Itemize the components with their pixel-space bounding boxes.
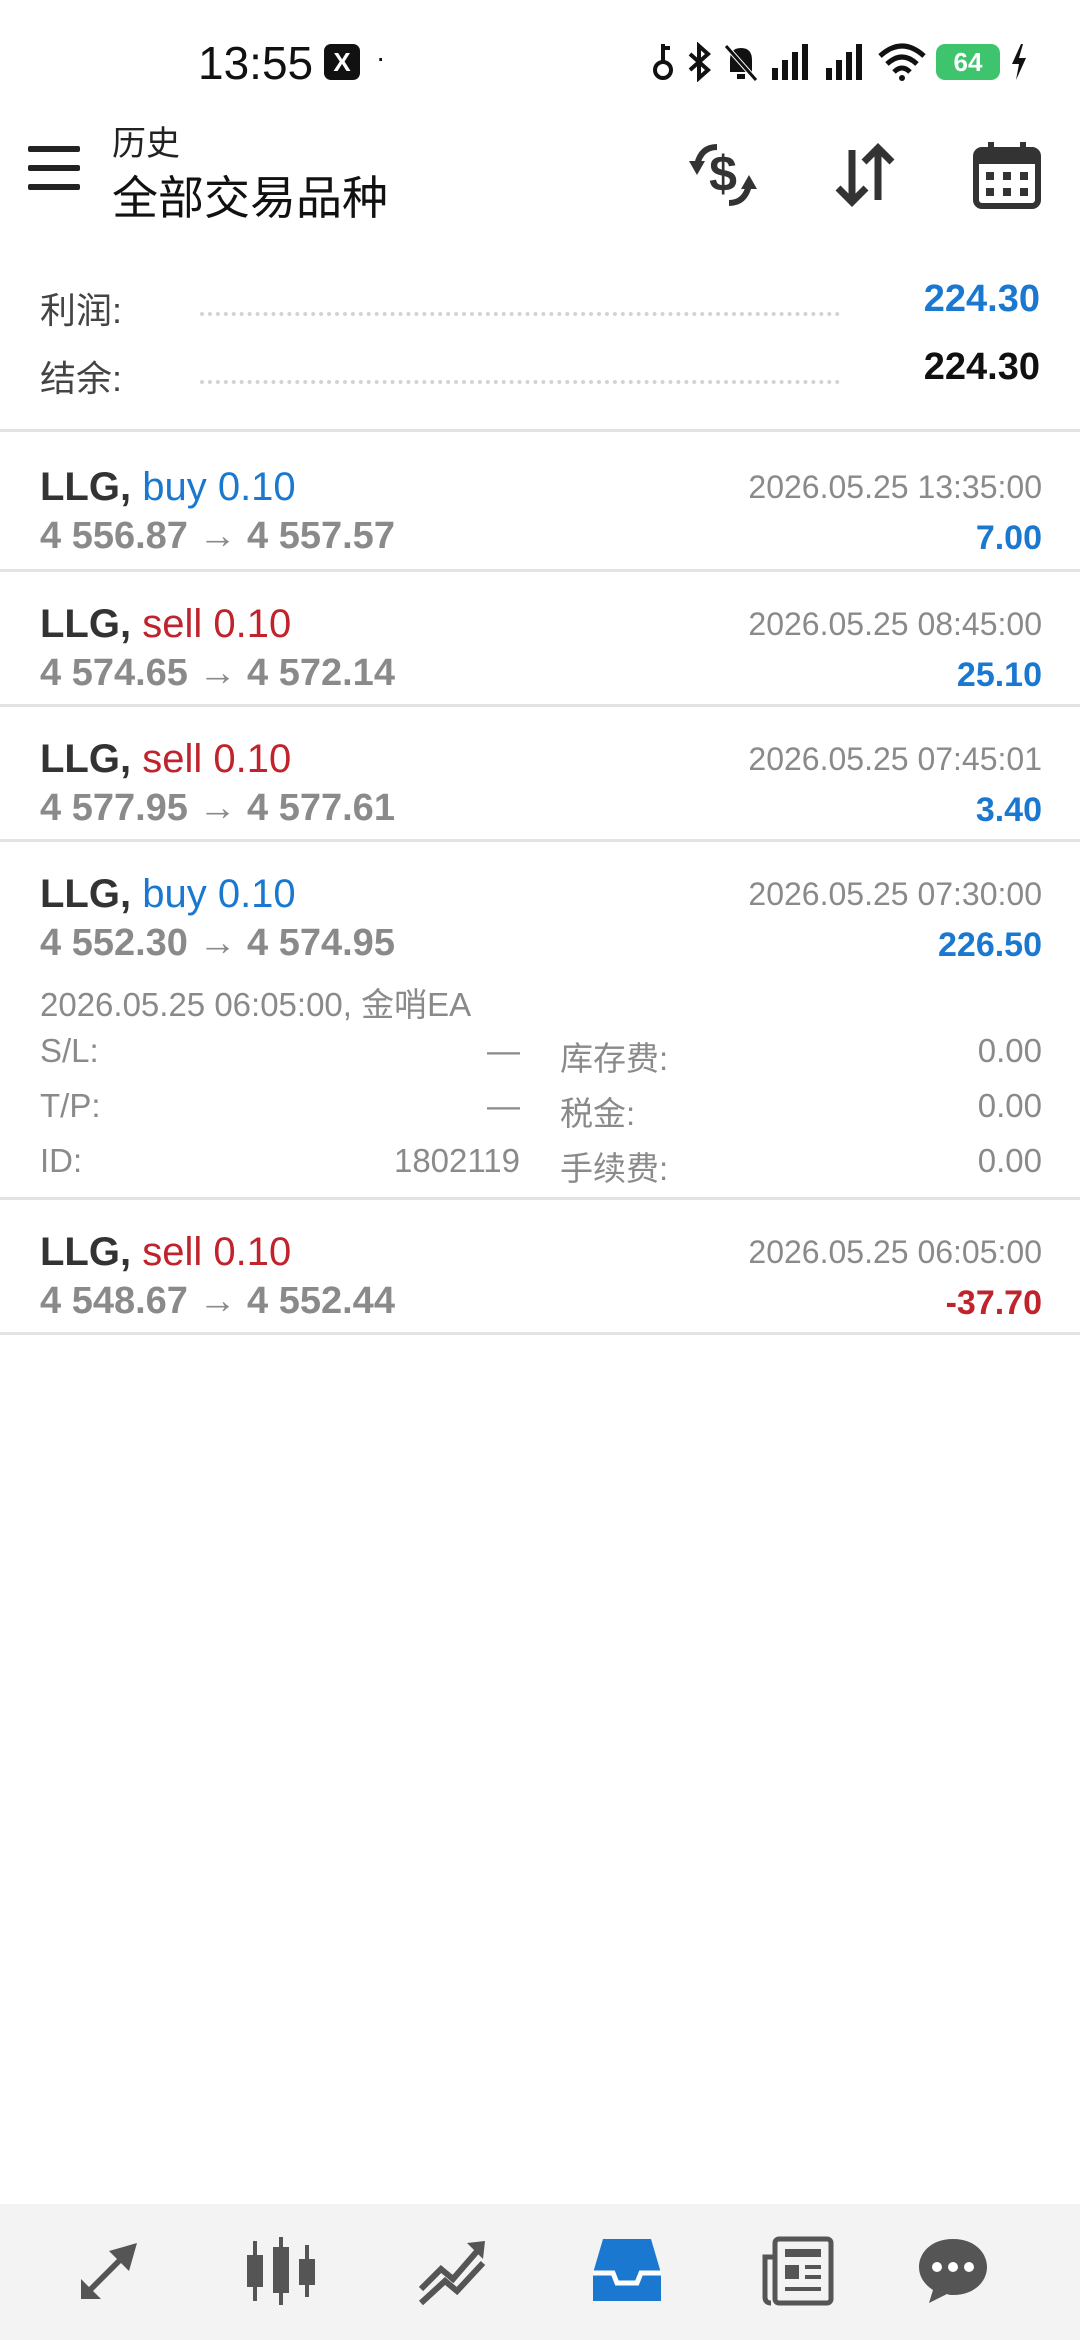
bottom-navigation <box>0 2204 1080 2340</box>
tp-label: T/P: <box>40 1087 101 1124</box>
fee-value: 0.00 <box>977 1142 1042 1179</box>
deal-prices: 4 574.65 → 4 572.14 <box>40 652 395 694</box>
deal-side: buy 0.10 <box>142 465 296 509</box>
deal-profit: 3.40 <box>975 791 1042 829</box>
deal-side: buy 0.10 <box>142 872 296 916</box>
currency-exchange-icon[interactable]: $ <box>678 130 768 220</box>
mute-bell-icon <box>724 44 758 82</box>
trade-icon[interactable] <box>408 2226 498 2316</box>
swap-label: 库存费: <box>560 1040 669 1077</box>
deal-profit: -37.70 <box>945 1284 1042 1322</box>
menu-icon[interactable] <box>28 146 84 196</box>
signal-icon-2 <box>826 44 862 80</box>
bluetooth-icon <box>688 42 712 82</box>
key-icon <box>653 44 673 80</box>
deal-symbol: LLG, buy 0.10 <box>40 872 296 916</box>
deal-prices: 4 552.30 → 4 574.95 <box>40 922 395 964</box>
fee-label: 手续费: <box>560 1150 669 1187</box>
deal-row-expanded[interactable]: LLG, buy 0.10 4 552.30 → 4 574.95 2026.0… <box>0 842 1080 1200</box>
messages-icon[interactable] <box>908 2226 998 2316</box>
deal-symbol: LLG, sell 0.10 <box>40 737 292 781</box>
page-subtitle: 历史 <box>112 125 180 163</box>
notification-dot: · <box>376 42 386 73</box>
profit-row: 利润: 224.30 <box>40 272 1040 336</box>
sort-icon[interactable] <box>820 130 910 220</box>
tp-value: — <box>487 1087 520 1124</box>
sl-value: — <box>487 1032 520 1069</box>
status-bar: 13:55 X · 64 <box>0 0 1080 110</box>
history-summary: 利润: 224.30 结余: 224.30 <box>0 268 1080 432</box>
deal-time: 2026.05.25 06:05:00 <box>748 1234 1042 1270</box>
tax-label: 税金: <box>560 1095 636 1132</box>
deal-row[interactable]: LLG, sell 0.10 4 577.95 → 4 577.61 2026.… <box>0 707 1080 842</box>
dotted-leader <box>200 312 840 316</box>
deal-time: 2026.05.25 07:45:01 <box>748 741 1042 777</box>
sl-label: S/L: <box>40 1032 99 1069</box>
deal-side: sell 0.10 <box>142 737 292 781</box>
balance-row: 结余: 224.30 <box>40 340 1040 404</box>
dotted-leader <box>200 380 840 384</box>
deal-time: 2026.05.25 07:30:00 <box>748 876 1042 912</box>
profit-value: 224.30 <box>923 278 1040 320</box>
wifi-icon <box>878 43 926 81</box>
deal-symbol: LLG, sell 0.10 <box>40 602 292 646</box>
deal-profit: 226.50 <box>938 926 1042 964</box>
svg-text:$: $ <box>709 146 737 202</box>
deal-prices: 4 556.87 → 4 557.57 <box>40 515 395 557</box>
swap-value: 0.00 <box>977 1032 1042 1069</box>
quotes-icon[interactable] <box>64 2226 154 2316</box>
page-title[interactable]: 全部交易品种 <box>112 162 388 228</box>
tax-value: 0.00 <box>977 1087 1042 1124</box>
balance-value: 224.30 <box>923 346 1040 388</box>
status-icons: 64 <box>650 40 1028 84</box>
deal-side: sell 0.10 <box>142 602 292 646</box>
deal-time: 2026.05.25 08:45:00 <box>748 606 1042 642</box>
status-time: 13:55 <box>198 37 314 89</box>
deal-prices: 4 548.67 → 4 552.44 <box>40 1280 395 1322</box>
deal-open-info: 2026.05.25 06:05:00, 金哨EA <box>40 986 472 1023</box>
news-icon[interactable] <box>754 2226 844 2316</box>
deal-symbol: LLG, buy 0.10 <box>40 465 296 509</box>
deal-time: 2026.05.25 13:35:00 <box>748 469 1042 505</box>
deal-row[interactable]: LLG, buy 0.10 4 556.87 → 4 557.57 2026.0… <box>0 435 1080 572</box>
chart-icon[interactable] <box>236 2226 326 2316</box>
id-value: 1802119 <box>393 1142 520 1179</box>
signal-icon <box>772 44 808 80</box>
history-icon[interactable] <box>582 2226 672 2316</box>
app-header: 历史 全部交易品种 $ <box>0 110 1080 260</box>
deal-side: sell 0.10 <box>142 1230 292 1274</box>
deal-profit: 7.00 <box>975 519 1042 557</box>
deal-prices: 4 577.95 → 4 577.61 <box>40 787 395 829</box>
charging-icon <box>1012 44 1026 80</box>
deal-row[interactable]: LLG, sell 0.10 4 548.67 → 4 552.44 2026.… <box>0 1200 1080 1335</box>
deal-symbol: LLG, sell 0.10 <box>40 1230 292 1274</box>
x-app-icon: X <box>324 44 360 80</box>
deal-profit: 25.10 <box>956 656 1042 694</box>
calendar-icon[interactable] <box>962 130 1052 220</box>
battery-level: 64 <box>936 44 1000 80</box>
id-label: ID: <box>40 1142 83 1179</box>
profit-label: 利润: <box>40 290 123 331</box>
deal-row[interactable]: LLG, sell 0.10 4 574.65 → 4 572.14 2026.… <box>0 572 1080 707</box>
balance-label: 结余: <box>40 358 123 399</box>
